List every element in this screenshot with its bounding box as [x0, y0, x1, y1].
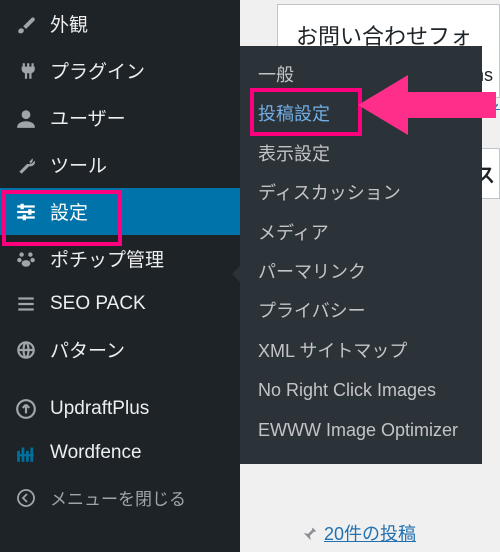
brush-icon [14, 12, 38, 36]
sidebar-item-tools[interactable]: ツール [0, 141, 240, 188]
settings-submenu: 一般 投稿設定 表示設定 ディスカッション メディア パーマリンク プライバシー… [240, 46, 482, 464]
submenu-privacy[interactable]: プライバシー [240, 292, 482, 331]
sliders-icon [14, 200, 38, 224]
menu-label: プラグイン [50, 57, 145, 84]
menu-label: Wordfence [50, 442, 142, 464]
sidebar-item-seopack[interactable]: SEO PACK [0, 282, 240, 326]
menu-label: ツール [50, 151, 107, 178]
sidebar-item-patterns[interactable]: パターン [0, 326, 240, 373]
sidebar-collapse[interactable]: メニューを閉じる [0, 475, 240, 520]
sidebar-item-pochipp[interactable]: ポチップ管理 [0, 235, 240, 282]
submenu-xml-sitemap[interactable]: XML サイトマップ [240, 332, 482, 371]
sidebar-item-plugins[interactable]: プラグイン [0, 47, 240, 94]
menu-label: 外観 [50, 10, 88, 37]
menu-label: ユーザー [50, 104, 126, 131]
paw-icon [14, 247, 38, 271]
menu-label: UpdraftPlus [50, 398, 149, 420]
menu-label: パターン [50, 336, 125, 363]
user-icon [14, 106, 38, 130]
sidebar-item-users[interactable]: ユーザー [0, 94, 240, 141]
sidebar-item-settings[interactable]: 設定 [0, 188, 240, 235]
menu-label: 設定 [50, 198, 88, 225]
submenu-permalinks[interactable]: パーマリンク [240, 253, 482, 292]
pin-icon [300, 524, 318, 542]
posts-count-link[interactable]: 20件の投稿 [300, 520, 416, 546]
sidebar-item-updraftplus[interactable]: UpdraftPlus [0, 387, 240, 431]
patterns-icon [14, 338, 38, 362]
menu-label: SEO PACK [50, 293, 146, 315]
admin-sidebar: 外観 プラグイン ユーザー ツール 設定 ポチップ管理 SEO PACK [0, 0, 240, 552]
submenu-writing[interactable]: 投稿設定 [240, 95, 482, 134]
collapse-icon [14, 486, 38, 510]
sidebar-item-appearance[interactable]: 外観 [0, 0, 240, 47]
posts-count-text: 20件の投稿 [324, 520, 416, 546]
list-icon [14, 292, 38, 316]
plug-icon [14, 59, 38, 83]
submenu-reading[interactable]: 表示設定 [240, 135, 482, 174]
updraft-icon [14, 397, 38, 421]
submenu-no-right-click[interactable]: No Right Click Images [240, 371, 482, 410]
submenu-media[interactable]: メディア [240, 214, 482, 253]
submenu-general[interactable]: 一般 [240, 56, 482, 95]
wrench-icon [14, 153, 38, 177]
menu-label: ポチップ管理 [50, 245, 164, 272]
submenu-ewww[interactable]: EWWW Image Optimizer [240, 411, 482, 450]
sidebar-item-wordfence[interactable]: Wordfence [0, 431, 240, 475]
submenu-discussion[interactable]: ディスカッション [240, 174, 482, 213]
collapse-label: メニューを閉じる [50, 485, 186, 510]
wordfence-icon [14, 441, 38, 465]
